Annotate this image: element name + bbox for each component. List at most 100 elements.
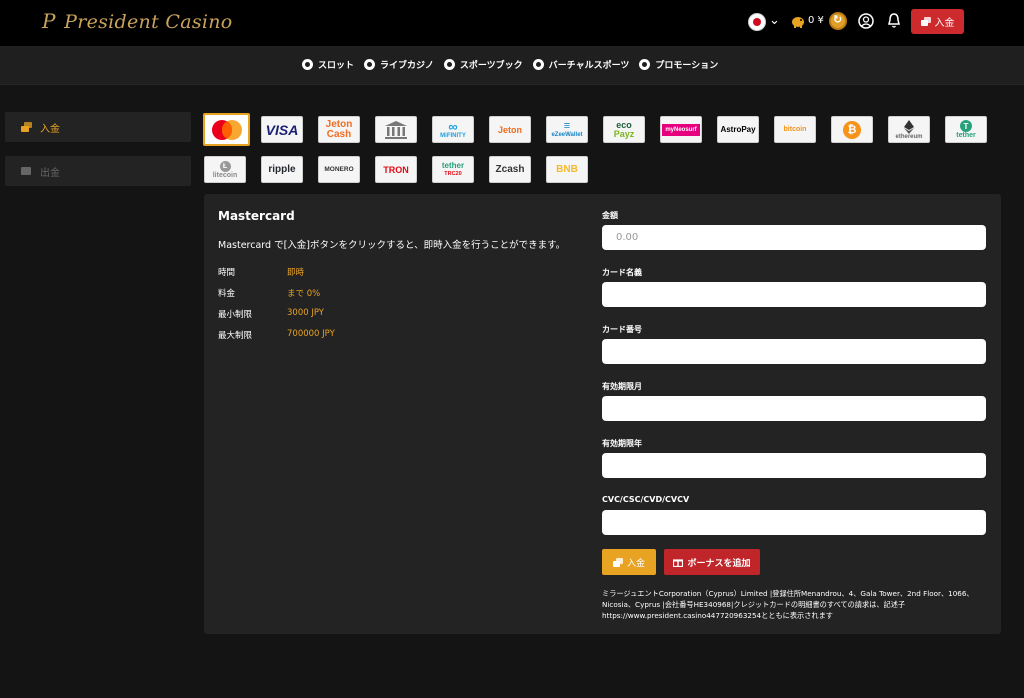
info-key: 最大制限 xyxy=(218,331,253,341)
user-icon[interactable] xyxy=(858,13,874,29)
method-ethereum[interactable]: ethereum xyxy=(888,116,930,143)
neosurf-text: myNeosurf xyxy=(662,123,700,136)
sidebar-item-deposit[interactable]: 入金 xyxy=(5,112,191,142)
nav-label: ライブカジノ xyxy=(380,61,434,71)
add-bonus-button[interactable]: ボーナスを追加 xyxy=(664,549,760,575)
nav-label: スロット xyxy=(318,61,355,71)
exp-month-label: 有効期限月 xyxy=(602,382,642,391)
info-key: 時間 xyxy=(218,268,236,278)
method-ezeewallet[interactable]: ≡ eZeeWallet xyxy=(546,116,588,143)
mifinity-text: MiFINITY xyxy=(440,132,466,139)
jeton-cash-text: Jeton xyxy=(325,118,353,130)
method-monero[interactable]: MONERO xyxy=(318,156,360,183)
info-value: まで 0% xyxy=(287,289,321,299)
main-nav: スロット ライブカジノ スポーツブック バーチャルスポーツ プロモーション xyxy=(0,46,1024,85)
chevron-down-icon[interactable]: ⌄ xyxy=(769,13,780,28)
japan-flag-icon[interactable] xyxy=(748,13,766,31)
method-mifinity[interactable]: ∞ MiFINITY xyxy=(432,116,474,143)
exp-year-label: 有効期限年 xyxy=(602,439,642,448)
bank-icon xyxy=(385,120,407,139)
live-casino-icon xyxy=(364,59,376,70)
ezee-icon: ≡ xyxy=(563,120,571,132)
card-number-label: カード番号 xyxy=(602,325,642,334)
header-deposit-button[interactable]: 入金 xyxy=(911,9,964,34)
slot-icon xyxy=(302,59,313,70)
method-bnb[interactable]: BNB xyxy=(546,156,588,183)
bnb-text: BNB xyxy=(556,164,578,175)
method-bank-transfer[interactable] xyxy=(375,116,417,143)
litecoin-icon: Ł xyxy=(219,160,231,172)
header-deposit-label: 入金 xyxy=(934,18,955,29)
infinity-icon: ∞ xyxy=(448,118,458,134)
method-ripple[interactable]: ripple xyxy=(261,156,303,183)
coins-icon xyxy=(920,17,931,26)
amount-label: 金額 xyxy=(602,211,618,220)
ethereum-icon xyxy=(904,119,914,134)
deposit-button[interactable]: 入金 xyxy=(602,549,656,575)
card-name-input[interactable] xyxy=(602,282,986,307)
exp-year-input[interactable] xyxy=(602,453,986,478)
info-key: 料金 xyxy=(218,289,236,299)
virtual-sports-icon xyxy=(532,59,544,70)
logo[interactable]: P President Casino xyxy=(42,9,233,33)
coins-icon xyxy=(21,122,32,132)
promotion-icon xyxy=(639,59,651,70)
balance-amount: 0 ¥ xyxy=(808,15,824,26)
card-number-input[interactable] xyxy=(602,339,986,364)
payment-method-description: Mastercard で[入金]ボタンをクリックすると、即時入金を行うことができ… xyxy=(218,240,566,251)
nav-slots[interactable]: スロット xyxy=(302,58,354,71)
method-jeton[interactable]: Jeton xyxy=(489,116,531,143)
tether-text: tether xyxy=(956,132,976,139)
monero-text: MONERO xyxy=(324,166,354,173)
method-astropay[interactable]: AstroPay xyxy=(717,116,759,143)
method-bitcoin[interactable]: bitcoin xyxy=(774,116,816,143)
method-tron[interactable]: TRON xyxy=(375,156,417,183)
nav-label: プロモーション xyxy=(655,61,719,71)
nav-sportsbook[interactable]: スポーツブック xyxy=(443,58,523,71)
method-visa[interactable]: VISA xyxy=(261,116,303,143)
tether-trc20-text: tether xyxy=(441,160,465,170)
visa-text: VISA xyxy=(265,121,299,138)
jeton-cash-text: Cash xyxy=(326,128,352,140)
ethereum-text: ethereum xyxy=(895,133,923,140)
sportsbook-icon xyxy=(443,59,455,70)
piggy-bank-icon xyxy=(792,17,804,28)
ripple-text: ripple xyxy=(268,164,296,175)
method-jeton-cash[interactable]: Jeton Cash xyxy=(318,116,360,143)
ezeewallet-text: eZeeWallet xyxy=(551,132,583,138)
wallet-icon xyxy=(21,167,31,175)
method-zcash[interactable]: Zcash xyxy=(489,156,531,183)
method-bitcoin-cash[interactable]: ₿ xyxy=(831,116,873,143)
method-tether[interactable]: T tether xyxy=(945,116,987,143)
litecoin-text: litecoin xyxy=(212,171,238,179)
mastercard-logo-icon xyxy=(211,119,242,140)
nav-promotions[interactable]: プロモーション xyxy=(639,58,718,71)
amount-input[interactable] xyxy=(602,225,986,250)
info-value: 即時 xyxy=(287,268,305,278)
info-key: 最小制限 xyxy=(218,310,253,320)
method-ecopayz[interactable]: eco Payz xyxy=(603,116,645,143)
zcash-text: Zcash xyxy=(495,164,525,175)
deposit-panel: Mastercard Mastercard で[入金]ボタンをクリックすると、即… xyxy=(204,194,1001,634)
method-neosurf[interactable]: myNeosurf xyxy=(660,116,702,143)
coins-icon xyxy=(612,557,623,567)
nav-virtual-sports[interactable]: バーチャルスポーツ xyxy=(532,58,629,71)
method-litecoin[interactable]: Ł litecoin xyxy=(204,156,246,183)
sidebar-item-label: 入金 xyxy=(40,123,60,135)
sidebar-item-label: 出金 xyxy=(40,167,60,179)
cvc-input[interactable] xyxy=(602,510,986,535)
sidebar-item-withdraw[interactable]: 出金 xyxy=(5,156,191,186)
refresh-balance-icon[interactable] xyxy=(829,12,847,30)
exp-month-input[interactable] xyxy=(602,396,986,421)
astropay-text: AstroPay xyxy=(720,125,756,134)
cvc-label: CVC/CSC/CVD/CVCV xyxy=(602,495,690,504)
card-name-label: カード名義 xyxy=(602,268,642,277)
method-tether-trc20[interactable]: tether TRC20 xyxy=(432,156,474,183)
bitcoin-cash-icon: ₿ xyxy=(843,120,861,139)
top-bar: P President Casino ⌄ 0 ¥ 入金 xyxy=(0,0,1024,46)
method-mastercard[interactable] xyxy=(203,113,250,146)
nav-live-casino[interactable]: ライブカジノ xyxy=(364,58,434,71)
payz-text: Payz xyxy=(613,128,635,139)
bell-icon[interactable] xyxy=(886,12,902,29)
bitcoin-text: bitcoin xyxy=(783,126,807,133)
